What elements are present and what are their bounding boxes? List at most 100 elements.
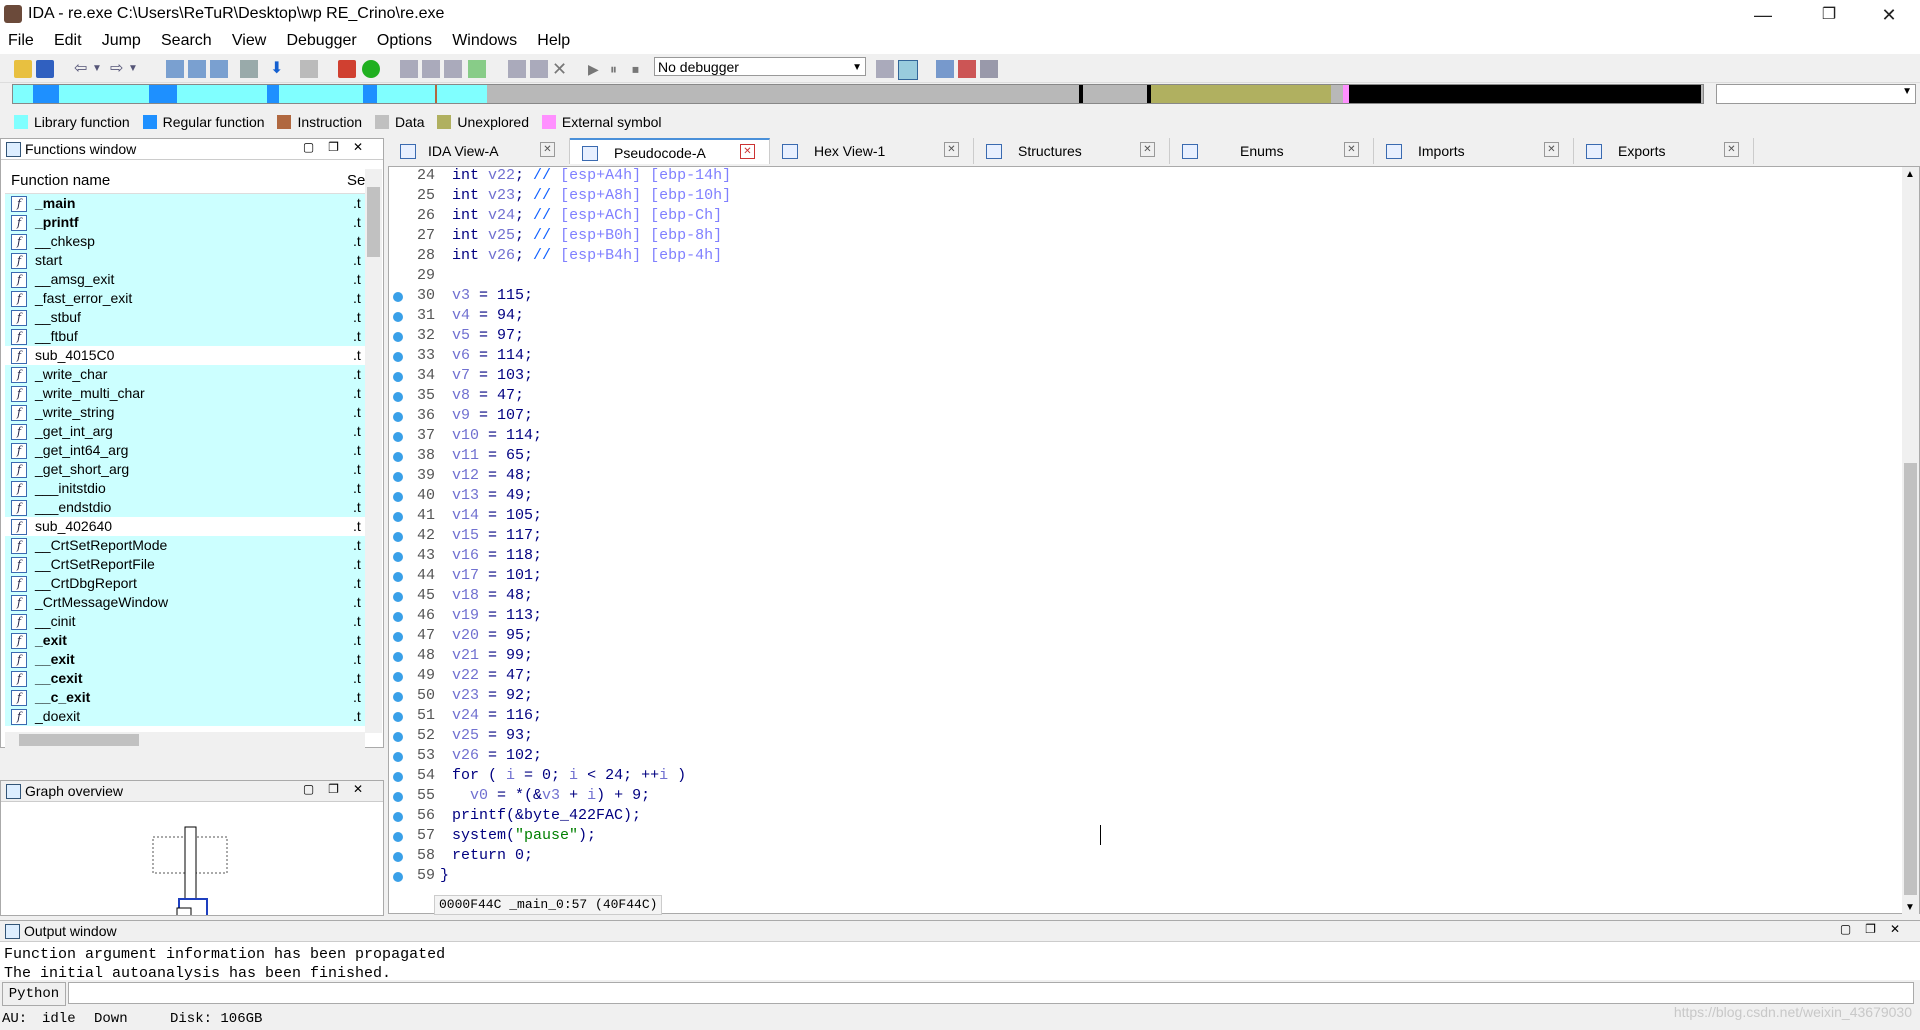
debugger-select[interactable]: No debugger ▼	[654, 57, 866, 76]
breakpoint-dot[interactable]	[393, 652, 403, 662]
close-tab-icon[interactable]: ✕	[540, 142, 555, 157]
function-row[interactable]: f _write_multi_char .t	[5, 384, 365, 403]
settings-icon[interactable]	[980, 60, 998, 78]
tab-structures[interactable]: Structures ✕	[974, 138, 1170, 164]
back-icon[interactable]: ⇦	[74, 60, 92, 78]
code-line[interactable]: 32 v5 = 97;	[389, 327, 1879, 347]
code-line[interactable]: 26 int v24; // [esp+ACh] [ebp-Ch]	[389, 207, 1879, 227]
stop-icon[interactable]: ⏹	[632, 60, 650, 78]
data-icon[interactable]	[422, 60, 440, 78]
code-line[interactable]: 33 v6 = 114;	[389, 347, 1879, 367]
back-dropdown-icon[interactable]: ▼	[92, 60, 110, 78]
find-next-icon[interactable]	[240, 60, 258, 78]
breakpoint-dot[interactable]	[393, 452, 403, 462]
code-line[interactable]: 44 v17 = 101;	[389, 567, 1879, 587]
search-immediate-icon[interactable]	[210, 60, 228, 78]
functions-vertical-scrollbar[interactable]	[365, 169, 382, 733]
code-line[interactable]: 36 v9 = 107;	[389, 407, 1879, 427]
breakpoint-dot[interactable]	[393, 872, 403, 882]
breakpoint-dot[interactable]	[393, 632, 403, 642]
menu-edit[interactable]: Edit	[46, 30, 90, 50]
function-row[interactable]: f sub_402640 .t	[5, 517, 365, 536]
function-row[interactable]: f __cinit .t	[5, 612, 365, 631]
function-row[interactable]: f _get_short_arg .t	[5, 460, 365, 479]
function-row[interactable]: f __CrtDbgReport .t	[5, 574, 365, 593]
breakpoint-dot[interactable]	[393, 692, 403, 702]
code-line[interactable]: 35 v8 = 47;	[389, 387, 1879, 407]
function-row[interactable]: f ___endstdio .t	[5, 498, 365, 517]
function-row[interactable]: f _write_string .t	[5, 403, 365, 422]
graph-overview-canvas[interactable]	[1, 803, 383, 915]
code-line[interactable]: 24 int v22; // [esp+A4h] [ebp-14h]	[389, 167, 1879, 187]
python-command-input[interactable]	[68, 982, 1914, 1004]
function-row[interactable]: f _CrtMessageWindow .t	[5, 593, 365, 612]
code-line[interactable]: 46 v19 = 113;	[389, 607, 1879, 627]
code-line[interactable]: 42 v15 = 117;	[389, 527, 1879, 547]
function-row[interactable]: f __amsg_exit .t	[5, 270, 365, 289]
breakpoint-dot[interactable]	[393, 532, 403, 542]
close-tab-icon[interactable]: ✕	[1544, 142, 1559, 157]
navigation-band[interactable]	[12, 84, 1704, 104]
function-row[interactable]: f sub_4015C0 .t	[5, 346, 365, 365]
code-line[interactable]: 28 int v26; // [esp+B4h] [ebp-4h]	[389, 247, 1879, 267]
close-tab-icon[interactable]: ✕	[1724, 142, 1739, 157]
code-line[interactable]: 57 system("pause");	[389, 827, 1879, 847]
close-tab-icon[interactable]: ✕	[1344, 142, 1359, 157]
scroll-up-icon[interactable]: ▲	[1905, 169, 1915, 180]
code-line[interactable]: 51 v24 = 116;	[389, 707, 1879, 727]
breakpoint-dot[interactable]	[393, 512, 403, 522]
menu-help[interactable]: Help	[529, 30, 578, 50]
breakpoint-dot[interactable]	[393, 712, 403, 722]
menu-search[interactable]: Search	[153, 30, 220, 50]
breakpoint-dot[interactable]	[393, 812, 403, 822]
breakpoint-dot[interactable]	[393, 372, 403, 382]
breakpoint-dot[interactable]	[393, 732, 403, 742]
function-row[interactable]: f _exit .t	[5, 631, 365, 650]
python-button[interactable]: Python	[2, 982, 66, 1006]
pane-buttons[interactable]: ▢❐✕	[303, 782, 377, 796]
undefine-icon[interactable]: ✕	[552, 60, 570, 78]
breakpoint-dot[interactable]	[393, 792, 403, 802]
code-line[interactable]: 25 int v23; // [esp+A8h] [ebp-10h]	[389, 187, 1879, 207]
forward-icon[interactable]: ⇨	[110, 60, 128, 78]
code-line[interactable]: 39 v12 = 48;	[389, 467, 1879, 487]
breakpoint-dot[interactable]	[393, 412, 403, 422]
function-row[interactable]: f _get_int64_arg .t	[5, 441, 365, 460]
pseudocode-view[interactable]: 24 int v22; // [esp+A4h] [ebp-14h] 25 int v…	[388, 166, 1920, 915]
close-tab-icon[interactable]: ✕	[944, 142, 959, 157]
code-line[interactable]: 29	[389, 267, 1879, 287]
code-line[interactable]: 34 v7 = 103;	[389, 367, 1879, 387]
scroll-down-icon[interactable]: ▼	[1905, 902, 1915, 913]
code-line[interactable]: 37 v10 = 114;	[389, 427, 1879, 447]
menu-view[interactable]: View	[224, 30, 274, 50]
breakpoint-dot[interactable]	[393, 592, 403, 602]
function-row[interactable]: f _write_char .t	[5, 365, 365, 384]
unknown-icon[interactable]	[530, 60, 548, 78]
save-icon[interactable]	[36, 60, 54, 78]
pseudocode-vertical-scrollbar[interactable]: ▲ ▼	[1902, 167, 1919, 915]
function-row[interactable]: f __stbuf .t	[5, 308, 365, 327]
breakpoint-dot[interactable]	[393, 552, 403, 562]
code-line[interactable]: 59}	[389, 867, 1879, 887]
code-line[interactable]: 43 v16 = 118;	[389, 547, 1879, 567]
breakpoint-dot[interactable]	[393, 392, 403, 402]
code-line[interactable]: 40 v13 = 49;	[389, 487, 1879, 507]
code-line[interactable]: 54 for ( i = 0; i < 24; ++i )	[389, 767, 1879, 787]
code-line[interactable]: 47 v20 = 95;	[389, 627, 1879, 647]
code-line[interactable]: 56 printf(&byte_422FAC);	[389, 807, 1879, 827]
menu-file[interactable]: File	[0, 30, 42, 50]
tab-hex-view-1[interactable]: Hex View-1 ✕	[770, 138, 974, 164]
function-row[interactable]: f __CrtSetReportMode .t	[5, 536, 365, 555]
function-row[interactable]: f __ftbuf .t	[5, 327, 365, 346]
tab-pseudocode-a[interactable]: Pseudocode-A ✕	[570, 138, 770, 164]
array-icon[interactable]	[444, 60, 462, 78]
breakpoint-dot[interactable]	[393, 432, 403, 442]
jump-down-icon[interactable]: ⬇	[270, 60, 288, 78]
green-circle-icon[interactable]	[362, 60, 380, 78]
code-line[interactable]: 52 v25 = 93;	[389, 727, 1879, 747]
patch-icon[interactable]	[508, 60, 526, 78]
function-row[interactable]: f _main .t	[5, 194, 365, 213]
menu-jump[interactable]: Jump	[94, 30, 149, 50]
breakpoint-dot[interactable]	[393, 832, 403, 842]
breakpoint-dot[interactable]	[393, 852, 403, 862]
